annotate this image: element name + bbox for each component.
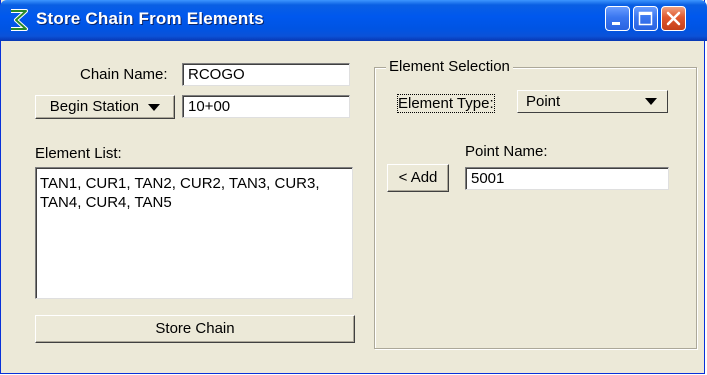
chain-name-label: Chain Name: [80, 66, 168, 83]
element-list-label: Element List: [35, 145, 122, 162]
maximize-icon [638, 11, 653, 26]
maximize-button[interactable] [633, 6, 658, 31]
chain-name-input[interactable]: RCOGO [182, 63, 350, 86]
dialog-window: Store Chain From Elements Chain Name: RC… [0, 0, 707, 374]
begin-station-label: Begin Station [49, 98, 140, 115]
app-icon [8, 8, 30, 32]
element-type-value: Point [526, 93, 561, 110]
minimize-button[interactable] [605, 6, 630, 31]
minimize-icon [612, 22, 620, 25]
begin-station-dropdown-button[interactable]: Begin Station [35, 95, 175, 119]
element-selection-title: Element Selection [386, 58, 513, 75]
point-name-label: Point Name: [465, 143, 548, 160]
point-name-input[interactable]: 5001 [465, 167, 669, 190]
element-type-select[interactable]: Point [517, 90, 668, 113]
begin-station-input[interactable]: 10+00 [182, 95, 350, 118]
dialog-body: Chain Name: RCOGO Begin Station 10+00 El… [4, 41, 703, 371]
element-list-textarea[interactable]: TAN1, CUR1, TAN2, CUR2, TAN3, CUR3, TAN4… [35, 167, 353, 299]
dropdown-arrow-icon [148, 103, 161, 111]
dropdown-arrow-icon [645, 98, 657, 105]
window-title: Store Chain From Elements [36, 9, 264, 28]
add-button[interactable]: < Add [387, 164, 449, 192]
close-icon [666, 11, 681, 26]
close-button[interactable] [661, 6, 686, 31]
element-type-label[interactable]: Element Type: [397, 94, 495, 113]
title-bar[interactable]: Store Chain From Elements [0, 0, 707, 41]
store-chain-button[interactable]: Store Chain [35, 315, 355, 343]
